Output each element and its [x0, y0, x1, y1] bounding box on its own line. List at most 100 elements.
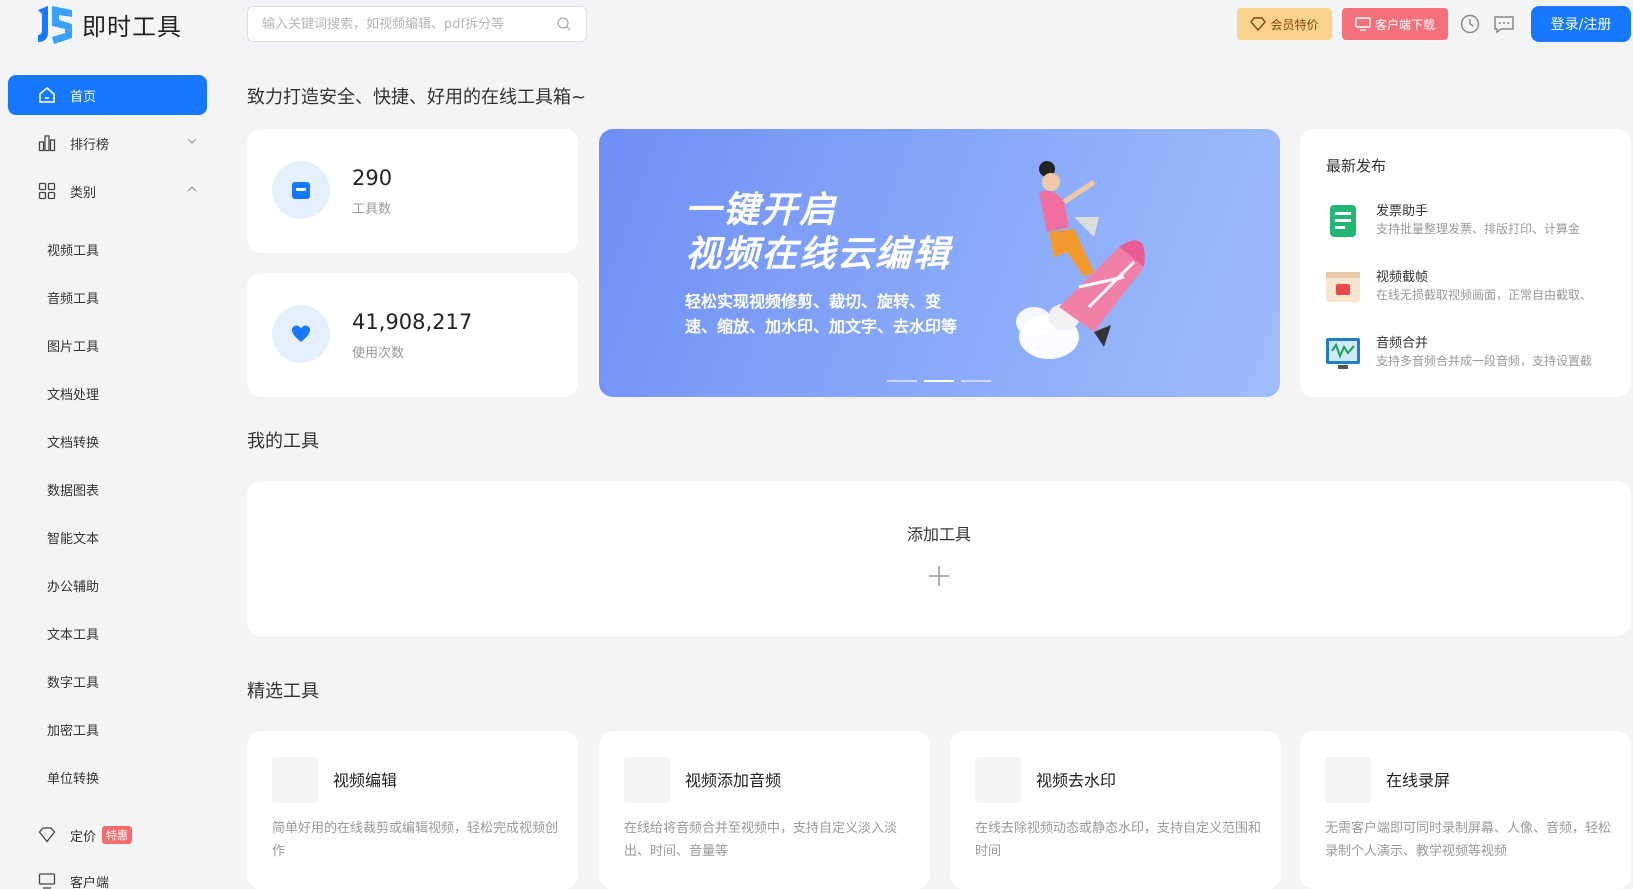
featured-tool-card[interactable]: 视频去水印 在线去除视频动态或静态水印，支持自定义范围和时间: [950, 731, 1281, 889]
sidebar-sub-item[interactable]: 文档转换: [47, 432, 99, 451]
monitor-icon: [38, 873, 56, 889]
page-slogan: 致力打造安全、快捷、好用的在线工具箱~: [247, 87, 587, 108]
sidebar-sub-item[interactable]: 音频工具: [47, 288, 99, 307]
download-label: 客户端下载: [1374, 17, 1435, 32]
sidebar-sub-item[interactable]: 单位转换: [47, 768, 99, 787]
monitor-icon: [1355, 17, 1371, 31]
grid-icon: [38, 182, 56, 200]
carousel-dot[interactable]: [887, 380, 917, 382]
sidebar-sub-item[interactable]: 文档处理: [47, 384, 99, 403]
carousel-dot-active[interactable]: [924, 380, 954, 382]
tool-thumbnail: [272, 757, 318, 803]
latest-item-desc: 支持多音频合并成一段音频，支持设置截: [1376, 354, 1593, 368]
stat-card-tools: 290 工具数: [247, 129, 578, 253]
video-frame-icon: [1326, 272, 1360, 302]
stat-card-usage: 41,908,217 使用次数: [247, 273, 578, 397]
banner-subtitle-line2: 速、缩放、加水印、加文字、去水印等: [685, 317, 958, 336]
promo-banner[interactable]: 一键开启 视频在线云编辑 轻松实现视频修剪、裁切、旋转、变 速、缩放、加水印、加…: [599, 129, 1280, 397]
home-icon: [39, 87, 55, 103]
sidebar-item-home[interactable]: 首页: [8, 75, 207, 115]
search-box[interactable]: [247, 6, 587, 42]
latest-releases-panel: 最新发布 发票助手 支持批量整理发票、排版打印、计算金 视频截帧 在线无损截取视…: [1300, 129, 1631, 397]
latest-item-desc: 在线无损截取视频画面，正常自由截取、: [1376, 288, 1593, 302]
latest-item[interactable]: 视频截帧 在线无损截取视频画面，正常自由截取、: [1324, 266, 1633, 310]
tool-thumbnail: [624, 757, 670, 803]
chevron-up-icon[interactable]: [187, 184, 197, 194]
pricing-badge: 特惠: [102, 826, 133, 844]
carousel-indicators: [887, 380, 991, 382]
search-input[interactable]: [262, 16, 556, 32]
tool-name: 视频编辑: [333, 771, 398, 790]
sidebar-item-ranking[interactable]: 排行榜: [8, 123, 207, 163]
tool-desc: 在线给将音频合并至视频中，支持自定义淡入淡出、时间、音量等: [624, 821, 898, 859]
invoice-icon: [1330, 205, 1356, 237]
latest-item-desc: 支持批量整理发票、排版打印、计算金: [1376, 222, 1581, 236]
sidebar-item-client[interactable]: 客户端: [8, 861, 207, 889]
tool-name: 在线录屏: [1386, 771, 1451, 790]
logo[interactable]: 即时工具: [34, 2, 182, 46]
tool-desc: 在线去除视频动态或静态水印，支持自定义范围和时间: [975, 821, 1262, 859]
history-icon[interactable]: [1459, 13, 1481, 35]
tool-count-label: 工具数: [352, 202, 392, 217]
my-tools-title: 我的工具: [247, 431, 319, 452]
banner-title-line2: 视频在线云编辑: [685, 234, 952, 275]
client-download-button[interactable]: 客户端下载: [1342, 8, 1448, 40]
tool-name: 视频去水印: [1036, 771, 1117, 790]
latest-item-name: 视频截帧: [1376, 270, 1429, 285]
sidebar-item-label: 类别: [70, 185, 97, 201]
top-bar: 即时工具 会员特价 客户端下载 登录/注册: [0, 0, 1633, 50]
sidebar-sub-item[interactable]: 图片工具: [47, 336, 99, 355]
sidebar-item-label: 首页: [70, 89, 97, 105]
usage-count-label: 使用次数: [352, 346, 405, 361]
rocket-illustration: [1016, 161, 1145, 359]
usage-count: 41,908,217: [352, 310, 473, 334]
vip-label: 会员特价: [1270, 17, 1319, 32]
message-icon[interactable]: [1493, 13, 1515, 35]
carousel-dot[interactable]: [961, 380, 991, 382]
box-icon: [292, 182, 310, 199]
tool-thumbnail: [1325, 757, 1371, 803]
chevron-down-icon[interactable]: [187, 136, 197, 146]
latest-item-name: 发票助手: [1376, 204, 1429, 219]
banner-subtitle-line1: 轻松实现视频修剪、裁切、旋转、变: [685, 292, 942, 311]
sidebar-sub-item[interactable]: 加密工具: [47, 720, 99, 739]
tool-count: 290: [352, 166, 393, 190]
plus-icon[interactable]: [927, 564, 951, 588]
featured-tool-card[interactable]: 视频编辑 简单好用的在线裁剪或编辑视频，轻松完成视频创作: [247, 731, 578, 889]
tool-thumbnail: [975, 757, 1021, 803]
tool-desc: 简单好用的在线裁剪或编辑视频，轻松完成视频创作: [272, 821, 559, 859]
bar-chart-icon: [38, 135, 56, 152]
sidebar-sub-item[interactable]: 数字工具: [47, 672, 99, 691]
latest-item-name: 音频合并: [1376, 336, 1429, 351]
sidebar-item-label: 排行榜: [70, 137, 110, 153]
sidebar-item-category[interactable]: 类别: [8, 171, 207, 211]
diamond-icon: [1250, 17, 1267, 31]
featured-tool-card[interactable]: 视频添加音频 在线给将音频合并至视频中，支持自定义淡入淡出、时间、音量等: [599, 731, 930, 889]
tool-name: 视频添加音频: [685, 771, 782, 790]
tool-desc: 无需客户端即可同时录制屏幕、人像、音频，轻松录制个人演示、教学视频等视频: [1325, 821, 1612, 859]
vip-price-button[interactable]: 会员特价: [1237, 8, 1332, 40]
sidebar-item-pricing[interactable]: 定价 特惠: [8, 815, 207, 855]
login-register-button[interactable]: 登录/注册: [1531, 6, 1631, 42]
heart-icon: [292, 325, 310, 342]
sidebar-item-label: 定价: [70, 829, 97, 845]
sidebar-sub-item[interactable]: 数据图表: [47, 480, 99, 499]
add-tool-card[interactable]: 添加工具: [247, 481, 1631, 636]
diamond-icon: [38, 827, 56, 843]
sidebar-sub-item[interactable]: 视频工具: [47, 240, 99, 259]
audio-merge-icon: [1326, 338, 1360, 369]
featured-tools-title: 精选工具: [247, 681, 319, 702]
search-icon[interactable]: [556, 16, 572, 32]
sidebar-sub-item[interactable]: 办公辅助: [47, 576, 99, 595]
sidebar-sub-item[interactable]: 智能文本: [47, 528, 99, 547]
latest-title: 最新发布: [1326, 157, 1387, 175]
logo-icon: [38, 6, 72, 44]
stat-icon-circle: [272, 161, 330, 219]
latest-item[interactable]: 发票助手 支持批量整理发票、排版打印、计算金: [1324, 200, 1633, 244]
featured-tool-card[interactable]: 在线录屏 无需客户端即可同时录制屏幕、人像、音频，轻松录制个人演示、教学视频等视…: [1300, 731, 1631, 889]
app-name: 即时工具: [82, 12, 182, 41]
add-tool-label: 添加工具: [906, 525, 971, 544]
stat-icon-circle: [272, 305, 330, 363]
sidebar-sub-item[interactable]: 文本工具: [47, 624, 99, 643]
latest-item[interactable]: 音频合并 支持多音频合并成一段音频，支持设置截: [1324, 332, 1633, 376]
